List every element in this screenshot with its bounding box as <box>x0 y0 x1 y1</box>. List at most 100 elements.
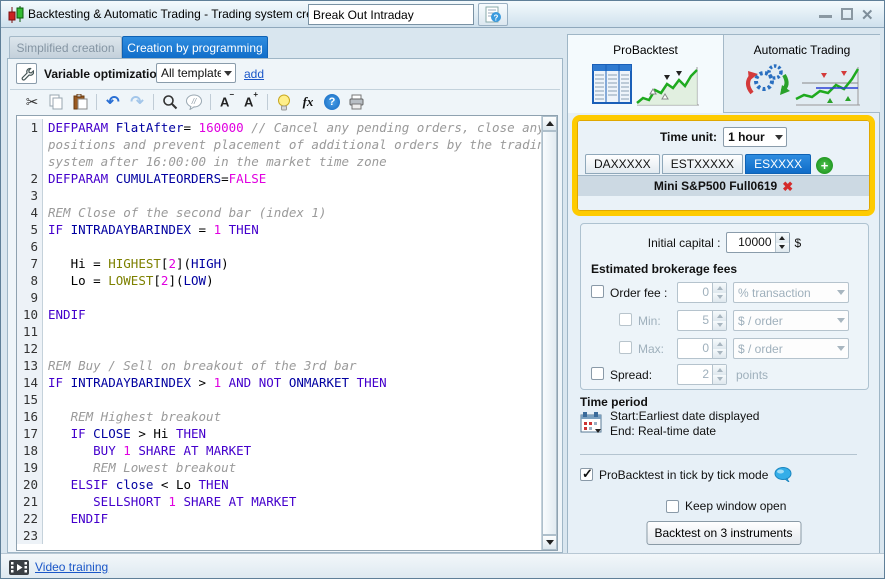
spinner-down[interactable] <box>713 293 726 303</box>
copy-button[interactable] <box>44 91 68 113</box>
instrument-tabs: DAXXXXX ESTXXXXX ESXXXX + <box>585 154 833 174</box>
spinner-up[interactable] <box>713 283 726 293</box>
min-fee-checkbox[interactable] <box>619 313 632 326</box>
automatic-trading-icon <box>742 61 862 107</box>
video-training-link[interactable]: Video training <box>35 560 108 574</box>
code-row: 10ENDIF <box>17 306 541 323</box>
line-number: 16 <box>17 408 43 425</box>
instrument-tab-label: DAXXXXX <box>594 157 651 171</box>
title-bar: Backtesting & Automatic Trading - Tradin… <box>1 1 885 28</box>
cut-button[interactable]: ✂ <box>20 91 44 113</box>
calendar-icon[interactable] <box>580 411 604 438</box>
spinner-up[interactable] <box>713 311 726 321</box>
time-unit-select[interactable]: 1 hour <box>723 127 787 147</box>
code-row: 22 ENDIF <box>17 510 541 527</box>
initial-capital-input[interactable]: 10000 <box>726 232 790 253</box>
order-fee-unit-select[interactable]: % transaction <box>733 282 849 303</box>
min-fee-unit-select[interactable]: $ / order <box>733 310 849 331</box>
spinner-down[interactable] <box>713 321 726 331</box>
tab-simplified-label: Simplified creation <box>16 41 114 55</box>
minimize-button[interactable] <box>819 15 832 18</box>
scroll-down-button[interactable] <box>542 535 557 550</box>
min-fee-input[interactable]: 5 <box>677 310 727 331</box>
max-fee-value: 0 <box>678 339 712 358</box>
tab-probacktest[interactable]: ProBacktest <box>568 35 724 113</box>
spinner-up[interactable] <box>713 365 726 375</box>
code-text <box>43 340 48 357</box>
increase-font-button[interactable]: A+ <box>239 91 263 113</box>
delete-instrument-icon[interactable]: ✖ <box>782 180 793 193</box>
editor-scrollbar[interactable] <box>541 116 557 550</box>
spinner-arrows[interactable] <box>712 339 726 358</box>
spinner-arrows[interactable] <box>712 283 726 302</box>
tick-mode-label: ProBacktest in tick by tick mode <box>599 468 768 482</box>
optimization-settings-button[interactable] <box>16 63 37 84</box>
instrument-tab-dax[interactable]: DAXXXXX <box>585 154 660 174</box>
spinner-down[interactable] <box>713 349 726 359</box>
line-number: 6 <box>17 238 43 255</box>
instrument-tab-estx[interactable]: ESTXXXXX <box>662 154 743 174</box>
comment-bubble-icon: // <box>185 94 203 110</box>
instrument-tab-label: ESXXXX <box>754 157 802 171</box>
speech-bubble-icon[interactable] <box>774 467 792 482</box>
max-fee-unit-select[interactable]: $ / order <box>733 338 849 359</box>
spinner-down[interactable] <box>776 243 789 253</box>
undo-button[interactable]: ↶ <box>101 91 125 113</box>
instrument-tab-es-selected[interactable]: ESXXXX <box>745 154 811 174</box>
toolbar-separator <box>267 94 268 110</box>
tab-creation-by-programming[interactable]: Creation by programming <box>122 36 268 59</box>
scissors-icon: ✂ <box>26 93 39 111</box>
order-fee-checkbox[interactable] <box>591 285 604 298</box>
spinner-up[interactable] <box>713 339 726 349</box>
code-row: system after 16:00:00 in the market time… <box>17 153 541 170</box>
templates-select[interactable]: All templates <box>156 63 236 83</box>
editor-help-button[interactable]: ? <box>320 91 344 113</box>
max-fee-checkbox[interactable] <box>619 341 632 354</box>
code-row: 17 IF CLOSE > Hi THEN <box>17 425 541 442</box>
svg-text://: // <box>191 97 197 106</box>
tab-programming-label: Creation by programming <box>127 41 262 55</box>
functions-button[interactable]: fx <box>296 91 320 113</box>
code-editor[interactable]: 1DEFPARAM FlatAfter= 160000 // Cancel an… <box>16 115 558 551</box>
spinner-down[interactable] <box>713 375 726 385</box>
line-number: 15 <box>17 391 43 408</box>
search-button[interactable] <box>158 91 182 113</box>
line-number: 10 <box>17 306 43 323</box>
tick-mode-checkbox[interactable] <box>580 468 593 481</box>
max-fee-unit: $ / order <box>734 342 834 356</box>
comment-button[interactable]: // <box>182 91 206 113</box>
code-text: DEFPARAM FlatAfter= 160000 // Cancel any… <box>43 119 541 136</box>
keep-window-checkbox[interactable] <box>666 500 679 513</box>
spinner-arrows[interactable] <box>712 365 726 384</box>
backtest-button[interactable]: Backtest on 3 instruments <box>646 521 801 545</box>
code-row: 23 <box>17 527 541 544</box>
scroll-up-button[interactable] <box>542 116 557 131</box>
decrease-font-button[interactable]: A− <box>215 91 239 113</box>
spread-checkbox[interactable] <box>591 367 604 380</box>
code-text: positions and prevent placement of addit… <box>43 136 541 153</box>
add-template-link[interactable]: add <box>244 67 264 81</box>
spinner-arrows[interactable] <box>712 311 726 330</box>
suggestions-button[interactable] <box>272 91 296 113</box>
add-instrument-button[interactable]: + <box>816 157 833 174</box>
fx-icon: fx <box>303 94 314 110</box>
keep-window-row: Keep window open <box>666 499 786 513</box>
order-fee-input[interactable]: 0 <box>677 282 727 303</box>
maximize-button[interactable] <box>841 8 853 20</box>
close-button[interactable]: ✕ <box>861 6 874 24</box>
spinner-arrows[interactable] <box>775 233 789 252</box>
redo-button[interactable]: ↷ <box>125 91 149 113</box>
line-number: 13 <box>17 357 43 374</box>
code-row: 13REM Buy / Sell on breakout of the 3rd … <box>17 357 541 374</box>
print-button[interactable] <box>344 91 368 113</box>
spread-input[interactable]: 2 <box>677 364 727 385</box>
scrollbar-thumb[interactable] <box>542 131 557 535</box>
paste-button[interactable] <box>68 91 92 113</box>
spinner-up[interactable] <box>776 233 789 243</box>
max-fee-input[interactable]: 0 <box>677 338 727 359</box>
help-doc-button[interactable]: ? <box>478 3 508 26</box>
code-text: Lo = LOWEST[2](LOW) <box>43 272 214 289</box>
tab-simplified-creation[interactable]: Simplified creation <box>9 36 122 59</box>
system-name-input[interactable] <box>308 4 474 25</box>
tab-automatic-trading[interactable]: Automatic Trading <box>724 35 880 113</box>
